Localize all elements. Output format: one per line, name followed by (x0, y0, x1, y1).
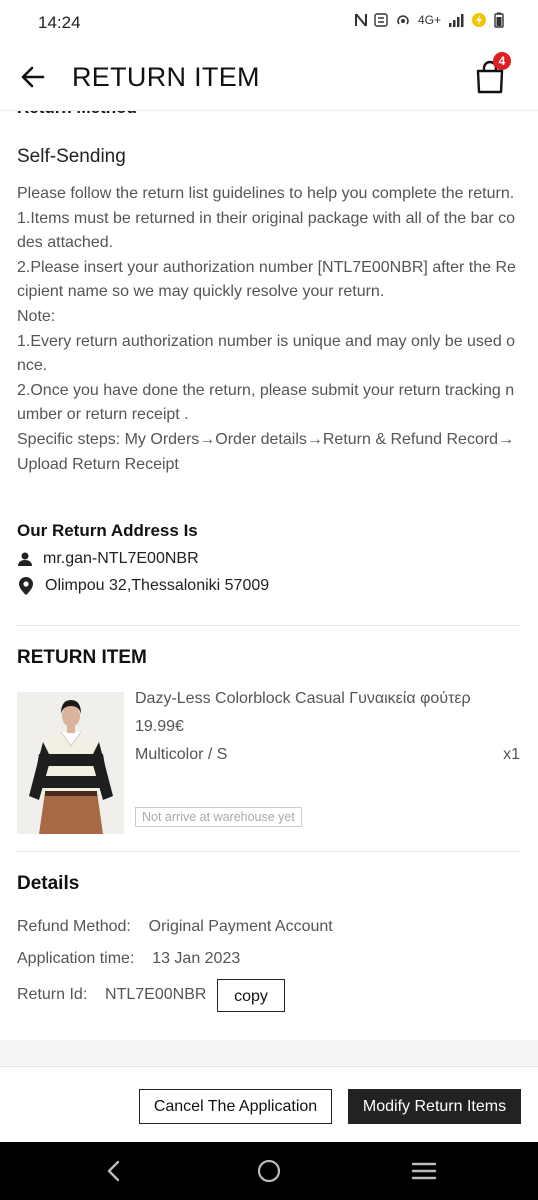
product-variant: Multicolor / S (135, 746, 228, 763)
guideline-line: 1.Items must be returned in their origin… (17, 209, 516, 252)
item-status-tag: Not arrive at warehouse yet (135, 807, 302, 827)
application-time-value: 13 Jan 2023 (152, 950, 241, 967)
product-price: 19.99€ (135, 718, 184, 735)
return-method-value: Self-Sending (17, 146, 126, 167)
application-time-row: Application time: 13 Jan 2023 (17, 950, 240, 968)
return-address-title: Our Return Address Is (17, 521, 198, 540)
status-bar: 14:24 4G+ (0, 0, 538, 44)
nav-recents-icon[interactable] (411, 1161, 437, 1181)
page-title: RETURN ITEM (72, 62, 260, 92)
nfc-icon (354, 13, 367, 27)
app-header: RETURN ITEM 4 (0, 44, 538, 111)
guideline-line: 2.Once you have done the return, please … (17, 381, 515, 424)
action-footer: Cancel The Application Modify Return Ite… (0, 1066, 538, 1143)
return-id-value: NTL7E00NBR (105, 986, 207, 1003)
address-name: mr.gan-NTL7E00NBR (43, 550, 199, 567)
product-thumbnail[interactable] (17, 692, 124, 834)
address-location-row: Olimpou 32,Thessaloniki 57009 (17, 576, 269, 596)
nav-back-icon[interactable] (104, 1160, 124, 1182)
divider (17, 851, 521, 852)
modify-return-items-button[interactable]: Modify Return Items (348, 1089, 521, 1124)
back-arrow-icon[interactable] (18, 62, 48, 92)
data-saver-icon (472, 13, 486, 27)
return-guidelines: Please follow the return list guidelines… (17, 182, 522, 477)
refund-method-value: Original Payment Account (148, 918, 333, 935)
person-icon (18, 552, 32, 566)
status-time: 14:24 (38, 13, 81, 32)
battery-icon (494, 12, 504, 28)
details-title: Details (17, 873, 80, 894)
network-type: 4G+ (417, 13, 441, 27)
return-id-row: Return Id: NTL7E00NBR (17, 986, 206, 1004)
status-icons: 4G+ (354, 12, 504, 28)
hotspot-icon (397, 15, 409, 25)
return-details-content[interactable]: Return Method Self-Sending Please follow… (0, 110, 538, 1040)
guideline-line: 2.Please insert your authorization numbe… (17, 258, 516, 301)
address-location: Olimpou 32,Thessaloniki 57009 (45, 577, 270, 594)
location-pin-icon (19, 577, 33, 595)
signal-icon (449, 14, 464, 27)
return-item-title: RETURN ITEM (17, 647, 147, 668)
refund-method-label: Refund Method: (17, 918, 131, 935)
divider (17, 625, 521, 626)
product-name[interactable]: Dazy-Less Colorblock Casual Γυναικεία φο… (135, 690, 471, 708)
cancel-application-button[interactable]: Cancel The Application (139, 1089, 332, 1124)
address-name-row: mr.gan-NTL7E00NBR (17, 550, 199, 568)
guideline-line: Specific steps: My Orders→Order details→… (17, 430, 515, 473)
copy-button[interactable]: copy (217, 979, 285, 1012)
return-id-label: Return Id: (17, 986, 88, 1003)
refund-method-row: Refund Method: Original Payment Account (17, 918, 333, 936)
cart-count-badge: 4 (493, 52, 511, 70)
volte-icon (374, 13, 388, 27)
guideline-line: Note: (17, 307, 56, 325)
guideline-line: Please follow the return list guidelines… (17, 185, 515, 202)
content-bottom-spacer (0, 1040, 538, 1066)
system-nav-bar (0, 1142, 538, 1200)
guideline-line: 1.Every return authorization number is u… (17, 332, 516, 375)
return-method-heading: Return Method (17, 110, 137, 118)
product-quantity: x1 (503, 746, 520, 763)
product-image (17, 692, 124, 834)
application-time-label: Application time: (17, 950, 135, 967)
nav-home-icon[interactable] (257, 1159, 281, 1183)
